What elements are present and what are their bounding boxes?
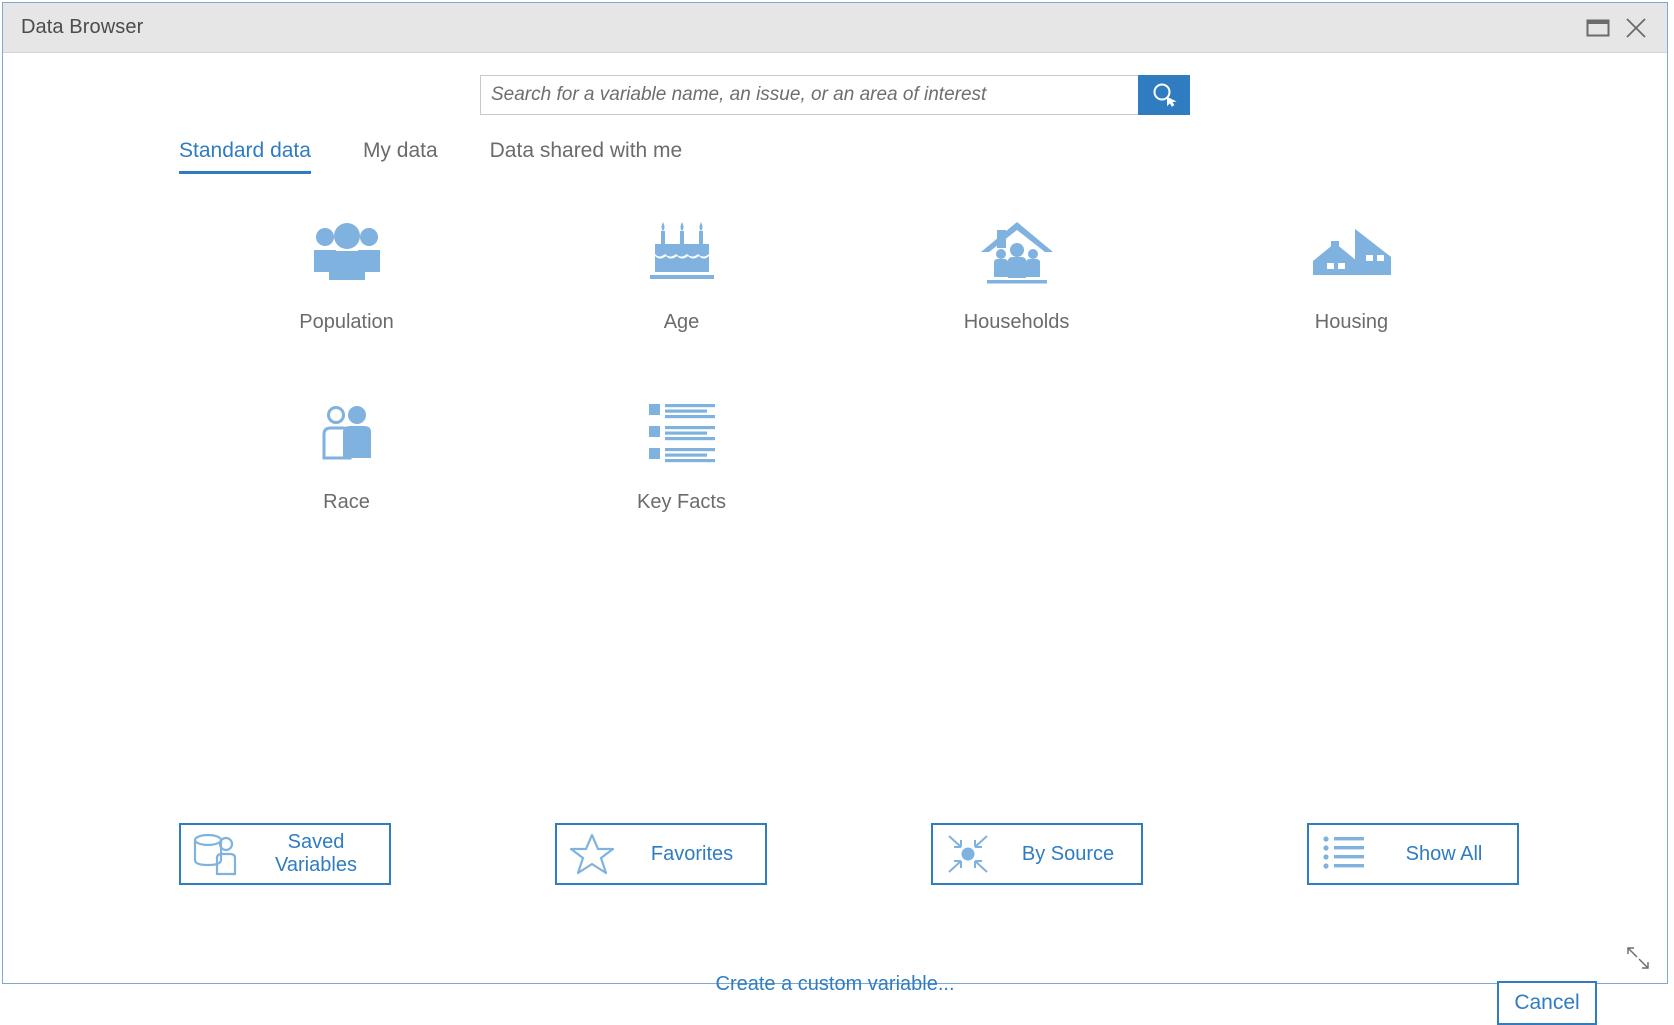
category-label: Race bbox=[323, 491, 370, 513]
search-bar bbox=[480, 75, 1190, 115]
favorites-button[interactable]: Favorites bbox=[555, 823, 767, 885]
close-icon bbox=[1626, 17, 1646, 38]
list-facts-icon bbox=[648, 393, 715, 473]
people-group-icon bbox=[309, 213, 385, 293]
search-input[interactable] bbox=[480, 75, 1138, 115]
resize-arrows-icon bbox=[1627, 947, 1649, 969]
bullet-list-icon bbox=[1309, 834, 1379, 874]
category-key-facts[interactable]: Key Facts bbox=[514, 393, 849, 573]
create-custom-variable-link[interactable]: Create a custom variable... bbox=[3, 973, 1667, 996]
window-title: Data Browser bbox=[21, 16, 144, 38]
houses-icon bbox=[1311, 213, 1393, 293]
close-window-button[interactable] bbox=[1617, 9, 1655, 47]
tab-data-shared-with-me[interactable]: Data shared with me bbox=[490, 139, 683, 174]
tab-bar: Standard data My data Data shared with m… bbox=[179, 139, 734, 174]
show-all-button[interactable]: Show All bbox=[1307, 823, 1519, 885]
saved-variables-button[interactable]: Saved Variables bbox=[179, 823, 391, 885]
category-label: Households bbox=[963, 311, 1070, 333]
converging-arrows-icon bbox=[933, 832, 1003, 876]
action-button-row: Saved Variables Favorites By Source Show… bbox=[179, 823, 1519, 885]
tab-my-data[interactable]: My data bbox=[363, 139, 438, 174]
category-households[interactable]: Households bbox=[849, 213, 1184, 393]
database-person-icon bbox=[181, 832, 251, 876]
resize-grip[interactable] bbox=[1625, 945, 1651, 971]
search-button[interactable] bbox=[1138, 75, 1190, 115]
action-label: Favorites bbox=[650, 842, 734, 865]
category-label: Housing bbox=[1314, 311, 1389, 333]
star-icon bbox=[557, 833, 627, 875]
category-housing[interactable]: Housing bbox=[1184, 213, 1519, 393]
tab-standard-data[interactable]: Standard data bbox=[179, 139, 311, 174]
search-icon bbox=[1153, 83, 1177, 107]
house-with-people-icon bbox=[979, 213, 1055, 293]
category-race[interactable]: Race bbox=[179, 393, 514, 573]
action-label: Saved Variables bbox=[275, 831, 357, 876]
category-label: Key Facts bbox=[637, 491, 726, 513]
category-grid: Population Age Households Housing Race K… bbox=[179, 213, 1519, 573]
restore-icon bbox=[1586, 19, 1610, 36]
birthday-cake-icon bbox=[647, 213, 717, 293]
two-people-icon bbox=[316, 393, 378, 473]
restore-window-button[interactable] bbox=[1579, 9, 1617, 47]
by-source-button[interactable]: By Source bbox=[931, 823, 1143, 885]
search-row bbox=[3, 75, 1667, 115]
category-age[interactable]: Age bbox=[514, 213, 849, 393]
action-label: By Source bbox=[1021, 842, 1115, 865]
category-population[interactable]: Population bbox=[179, 213, 514, 393]
cancel-button[interactable]: Cancel bbox=[1497, 981, 1597, 1025]
category-label: Population bbox=[299, 311, 394, 333]
data-browser-dialog: Data Browser Search for a variable name,… bbox=[2, 2, 1668, 1025]
category-label: Age bbox=[663, 311, 700, 333]
title-bar: Data Browser bbox=[3, 3, 1667, 53]
dialog-body: Standard data My data Data shared with m… bbox=[3, 53, 1667, 1025]
action-label: Show All bbox=[1405, 842, 1483, 865]
